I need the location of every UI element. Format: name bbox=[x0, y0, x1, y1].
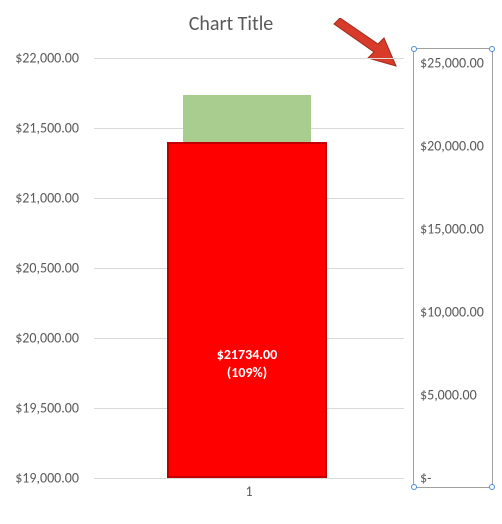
y2-tick: $15,000.00 bbox=[420, 221, 484, 238]
y2-tick: $25,000.00 bbox=[420, 55, 484, 72]
y-tick: $20,500.00 bbox=[15, 260, 79, 277]
y-tick: $19,000.00 bbox=[15, 470, 79, 487]
selection-handle[interactable] bbox=[489, 484, 495, 490]
primary-y-axis[interactable]: $22,000.00 $21,500.00 $21,000.00 $20,500… bbox=[9, 48, 89, 486]
y2-tick: $10,000.00 bbox=[420, 304, 484, 321]
plot-region: $21734.00 (109%) 1 bbox=[94, 58, 404, 478]
selection-handle[interactable] bbox=[489, 46, 495, 52]
chart-title[interactable]: Chart Title bbox=[0, 0, 502, 36]
y-tick: $21,500.00 bbox=[15, 120, 79, 137]
secondary-y-axis-selected[interactable]: $25,000.00 $20,000.00 $15,000.00 $10,000… bbox=[413, 48, 493, 488]
y-tick: $20,000.00 bbox=[15, 330, 79, 347]
selection-handle[interactable] bbox=[411, 484, 417, 490]
y-tick: $21,000.00 bbox=[15, 190, 79, 207]
y-tick: $22,000.00 bbox=[15, 50, 79, 67]
x-axis-label: 1 bbox=[94, 483, 404, 500]
bar-red-series[interactable]: $21734.00 (109%) bbox=[167, 142, 327, 478]
chart-plot-area[interactable]: $22,000.00 $21,500.00 $21,000.00 $20,500… bbox=[9, 48, 493, 510]
data-label-percent: (109%) bbox=[227, 364, 267, 381]
y-tick: $19,500.00 bbox=[15, 400, 79, 417]
y2-tick: $5,000.00 bbox=[420, 387, 477, 404]
gridline bbox=[94, 478, 404, 479]
gridline bbox=[94, 58, 404, 59]
data-label[interactable]: $21734.00 (109%) bbox=[169, 346, 325, 381]
y2-tick: $- bbox=[420, 470, 431, 487]
data-label-value: $21734.00 bbox=[217, 346, 278, 363]
y2-tick: $20,000.00 bbox=[420, 138, 484, 155]
selection-handle[interactable] bbox=[411, 46, 417, 52]
